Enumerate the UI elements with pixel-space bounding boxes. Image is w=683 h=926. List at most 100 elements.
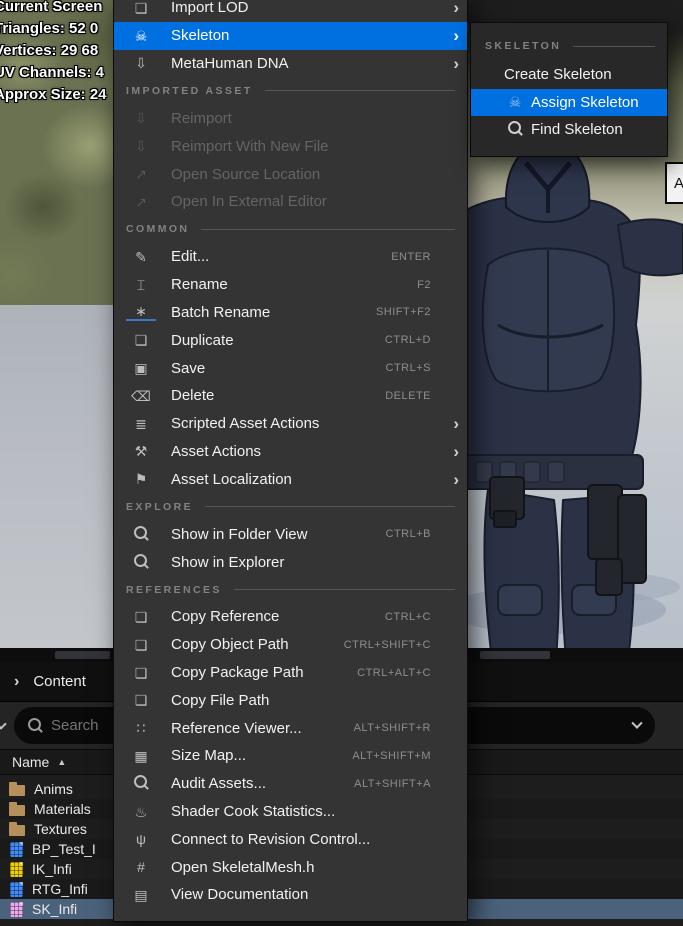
submenu-items: Create Skeleton☠Assign SkeletonFind Skel… <box>471 61 667 144</box>
menu-item-reimport-with-new-file[interactable]: ⇩Reimport With New File <box>114 132 467 160</box>
menu-item-label: Duplicate <box>171 332 385 349</box>
menu-item-scripted-asset-actions[interactable]: ≣Scripted Asset Actions› <box>114 410 467 438</box>
menu-item-label: Copy Object Path <box>171 636 344 653</box>
submenu-item-assign-skeleton[interactable]: ☠Assign Skeleton <box>471 89 667 117</box>
menu-item-view-documentation[interactable]: ▤ View Documentation <box>114 881 467 909</box>
open-source-location-icon: ↗ <box>126 167 156 181</box>
menu-item-label: Skeleton <box>171 27 431 44</box>
breadcrumb-chevron-icon[interactable]: › <box>14 673 19 691</box>
copy-package-path-icon: ❏ <box>126 666 156 680</box>
section-header-label: REFERENCES <box>126 584 222 596</box>
menu-item-shortcut: DELETE <box>385 390 431 402</box>
menu-item-delete[interactable]: ⌫DeleteDELETE <box>114 382 467 410</box>
menu-item-shortcut: CTRL+S <box>386 362 432 374</box>
context-menu: ❏Import LOD› ☠ Skeleton › ⇩MetaHuman DNA›IMP… <box>113 0 468 922</box>
sort-asc-icon: ▲ <box>57 757 66 767</box>
size-map-icon: ▦ <box>126 749 156 763</box>
search-options-chevron-icon[interactable] <box>631 717 642 728</box>
edit-icon: ✎ <box>126 250 156 264</box>
menu-item-copy-object-path[interactable]: ❏Copy Object PathCTRL+SHIFT+C <box>114 631 467 659</box>
dock-tab <box>55 651 110 659</box>
list-item-label: IK_Infi <box>32 861 72 877</box>
submenu-arrow-icon: › <box>441 471 459 488</box>
open-in-external-editor-icon: ↗ <box>126 195 156 209</box>
header-divider <box>205 506 455 507</box>
menu-item-label: Scripted Asset Actions <box>171 415 431 432</box>
menu-item-rename[interactable]: ⌶RenameF2 <box>114 271 467 299</box>
open-skeletalmesh-h-icon: # <box>126 860 156 874</box>
metahuman-dna-icon: ⇩ <box>126 56 156 70</box>
list-item-label: SK_Infi <box>32 901 77 917</box>
header-divider <box>265 90 455 91</box>
menu-item-shortcut: SHIFT+F2 <box>376 306 431 318</box>
menu-item-edit[interactable]: ✎Edit...ENTER <box>114 243 467 271</box>
audit-assets-icon <box>126 775 156 792</box>
menu-item-size-map[interactable]: ▦Size Map...ALT+SHIFT+M <box>114 742 467 770</box>
character-model <box>468 155 683 648</box>
menu-item-shortcut: F2 <box>417 279 431 291</box>
asset-icon <box>10 902 23 917</box>
menu-item-show-in-folder-view[interactable]: Show in Folder ViewCTRL+B <box>114 520 467 548</box>
menu-item-open-in-external-editor[interactable]: ↗Open In External Editor <box>114 188 467 216</box>
list-item-label: Materials <box>34 801 91 817</box>
folder-icon <box>9 805 25 816</box>
asset-icon <box>10 842 23 857</box>
section-header-explore: EXPLORE <box>114 493 467 520</box>
menu-item-copy-package-path[interactable]: ❏Copy Package PathCTRL+ALT+C <box>114 659 467 687</box>
find-skeleton-icon <box>508 121 523 136</box>
duplicate-icon: ❏ <box>126 333 156 347</box>
submenu-item-create-skeleton[interactable]: Create Skeleton <box>471 61 667 89</box>
view-documentation-icon: ▤ <box>126 888 156 902</box>
menu-item-open-source-location[interactable]: ↗Open Source Location <box>114 160 467 188</box>
menu-item-shortcut: CTRL+B <box>386 528 432 540</box>
show-in-explorer-icon <box>126 554 156 571</box>
menu-item-label: Asset Localization <box>171 471 431 488</box>
shader-cook-statistics-icon: ♨ <box>126 805 156 819</box>
menu-item-reference-viewer[interactable]: ∷Reference Viewer...ALT+SHIFT+R <box>114 714 467 742</box>
menu-item-label: Reimport With New File <box>171 138 431 155</box>
folder-icon <box>9 825 25 836</box>
section-header-imported-asset: IMPORTED ASSET <box>114 77 467 104</box>
submenu-item-find-skeleton[interactable]: Find Skeleton <box>471 116 667 144</box>
menu-item-shortcut: ALT+SHIFT+M <box>352 750 431 762</box>
menu-item-connect-to-revision-control[interactable]: ψConnect to Revision Control... <box>114 825 467 853</box>
menu-item-open-skeletalmesh-h[interactable]: # Open SkeletalMesh.h <box>114 853 467 881</box>
menu-item-copy-reference[interactable]: ❏Copy ReferenceCTRL+C <box>114 603 467 631</box>
unreal-editor-window: Current ScreenTriangles: 52 0Vertices: 2… <box>0 0 683 926</box>
viewport-floor <box>0 305 113 648</box>
submenu-arrow-icon: › <box>441 415 459 432</box>
import-lod-icon: ❏ <box>126 1 156 15</box>
tooltip-popup: A <box>665 162 683 204</box>
section-header-label: COMMON <box>126 223 189 235</box>
menu-item-show-in-explorer[interactable]: Show in Explorer <box>114 548 467 576</box>
menu-item-label: Show in Folder View <box>171 526 386 543</box>
menu-item-copy-file-path[interactable]: ❏Copy File Path <box>114 686 467 714</box>
viewport-left: Current ScreenTriangles: 52 0Vertices: 2… <box>0 0 113 648</box>
menu-item-asset-localization[interactable]: ⚑Asset Localization› <box>114 465 467 493</box>
menu-item-import-lod[interactable]: ❏Import LOD› <box>114 0 467 22</box>
menu-item-shortcut: CTRL+C <box>385 611 431 623</box>
breadcrumb[interactable]: Content <box>33 673 86 690</box>
rename-icon: ⌶ <box>126 278 156 292</box>
stat-line: UV Channels: 4 <box>0 62 107 84</box>
menu-item-metahuman-dna[interactable]: ⇩MetaHuman DNA› <box>114 50 467 78</box>
menu-item-label: Reimport <box>171 110 431 127</box>
copy-reference-icon: ❏ <box>126 610 156 624</box>
menu-item-label: View Documentation <box>171 886 431 903</box>
stat-line: Current Screen <box>0 0 107 18</box>
list-item-label: Textures <box>34 821 87 837</box>
menu-item-shader-cook-statistics[interactable]: ♨Shader Cook Statistics... <box>114 798 467 826</box>
menu-item-save[interactable]: ▣SaveCTRL+S <box>114 354 467 382</box>
menu-item-audit-assets[interactable]: Audit Assets...ALT+SHIFT+A <box>114 770 467 798</box>
menu-item-asset-actions[interactable]: ⚒Asset Actions› <box>114 438 467 466</box>
menu-item-skeleton[interactable]: ☠Skeleton› <box>114 22 467 50</box>
menu-item-reimport[interactable]: ⇩Reimport <box>114 105 467 133</box>
menu-item-duplicate[interactable]: ❏DuplicateCTRL+D <box>114 326 467 354</box>
batch-rename-icon: ∗ <box>126 304 156 321</box>
menu-item-batch-rename[interactable]: ∗Batch RenameSHIFT+F2 <box>114 299 467 327</box>
menu-item-label: Open SkeletalMesh.h <box>171 859 431 876</box>
sources-panel-chevron-icon[interactable] <box>0 718 7 729</box>
skeleton-icon: ☠ <box>126 29 156 43</box>
name-column-header[interactable]: Name <box>12 754 49 770</box>
asset-actions-icon: ⚒ <box>126 444 156 458</box>
